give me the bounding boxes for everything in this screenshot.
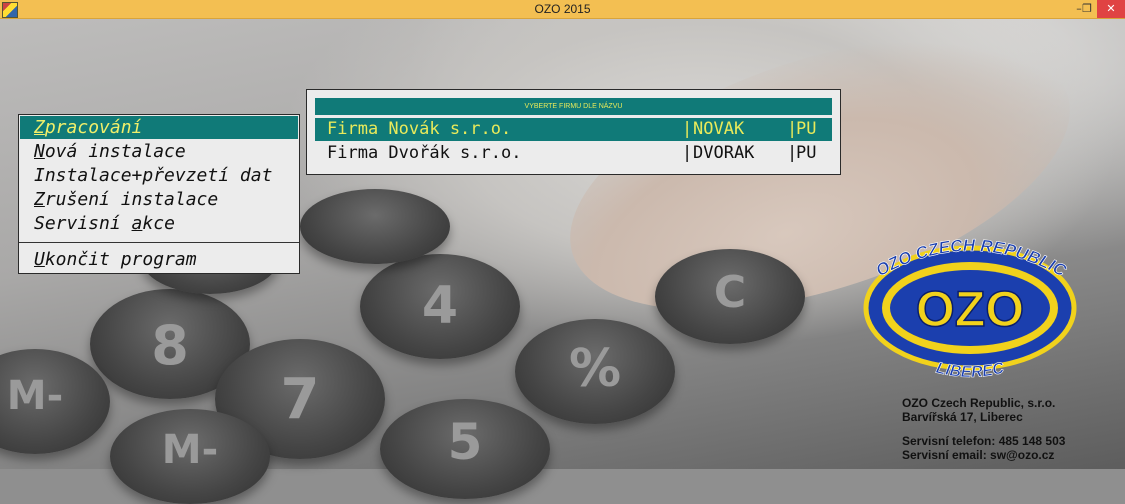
logo-center-text: OZO	[916, 281, 1024, 337]
menu-item-nova-instalace[interactable]: Nová instalace	[20, 140, 298, 163]
service-phone-text: Servisní telefon: 485 148 503	[902, 434, 1066, 448]
company-code: DVORAK	[693, 143, 755, 163]
column-separator: |	[682, 143, 693, 163]
close-button[interactable]: ✕	[1097, 0, 1125, 18]
company-selector-dialog: VYBERTE FIRMU DLE NÁZVU Firma Novák s.r.…	[306, 89, 841, 175]
title-bar[interactable]: OZO 2015 – ❐ ✕	[0, 0, 1125, 19]
menu-item-zpracovani[interactable]: Zpracování	[20, 116, 298, 139]
company-type: PU	[796, 119, 817, 139]
company-name: Firma Dvořák s.r.o.	[327, 143, 522, 163]
calculator-key: %	[515, 319, 675, 424]
company-row[interactable]: Firma Novák s.r.o. | NOVAK | PU	[315, 118, 832, 141]
menu-item-servisni-akce[interactable]: Servisní akce	[20, 212, 298, 235]
column-separator: |	[682, 119, 693, 139]
menu-item-ukoncit-program[interactable]: Ukončit program	[20, 248, 298, 271]
maximize-button[interactable]: ❐	[1075, 0, 1099, 18]
ozo-logo: OZO OZO CZECH REPUBLIC LIBEREC	[863, 236, 1077, 381]
selector-header: VYBERTE FIRMU DLE NÁZVU	[315, 98, 832, 115]
company-info: OZO Czech Republic, s.r.o. Barvířská 17,…	[902, 396, 1122, 462]
menu-item-zruseni-instalace[interactable]: Zrušení instalace	[20, 188, 298, 211]
calculator-key	[300, 189, 450, 264]
calculator-key: 4	[360, 254, 520, 359]
company-code: NOVAK	[693, 119, 745, 139]
calculator-key: M-	[110, 409, 270, 504]
window-title: OZO 2015	[534, 2, 591, 16]
main-menu: Zpracování Nová instalace Instalace+přev…	[18, 114, 300, 274]
calculator-key: 5	[380, 399, 550, 499]
company-name: Firma Novák s.r.o.	[327, 119, 512, 139]
menu-item-instalace-prevzeti-dat[interactable]: Instalace+převzetí dat	[20, 164, 298, 187]
company-type: PU	[796, 143, 817, 163]
company-address-text: Barvířská 17, Liberec	[902, 410, 1023, 424]
menu-divider	[19, 242, 299, 243]
company-name-text: OZO Czech Republic, s.r.o.	[902, 396, 1056, 410]
company-row[interactable]: Firma Dvořák s.r.o. | DVORAK | PU	[315, 142, 832, 165]
calculator-key: C	[655, 249, 805, 344]
service-email-text: Servisní email: sw@ozo.cz	[902, 448, 1055, 462]
